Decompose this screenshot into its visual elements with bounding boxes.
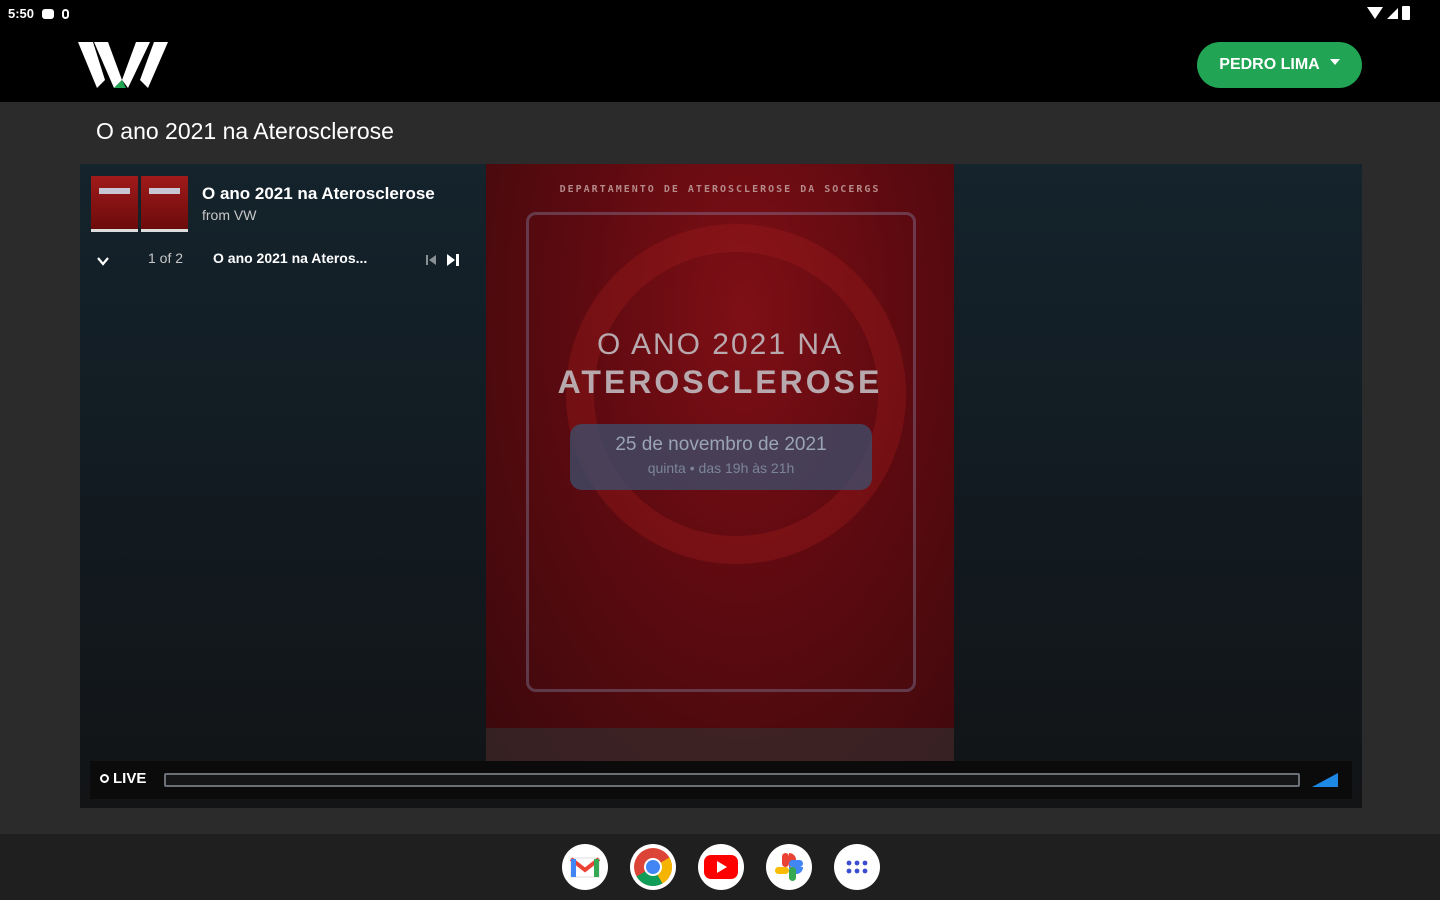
app-dock [0,834,1440,900]
user-menu-label: PEDRO LIMA [1219,56,1320,73]
status-bar: 5:50 [0,0,1440,28]
playlist-thumb-2 [141,176,188,232]
playlist-source[interactable]: from VW [202,207,256,223]
status-bar-left: 5:50 [8,6,70,21]
poster-footer [486,728,954,764]
live-label: LIVE [113,770,147,787]
playlist-current-item: O ano 2021 na Ateros... [213,250,368,266]
poster-date-box: 25 de novembro de 2021 quinta • das 19h … [570,424,872,490]
photos-icon[interactable] [766,844,812,890]
wifi-icon [1367,7,1383,19]
battery-icon [1402,6,1410,20]
notification-icon [62,8,70,19]
playlist-title[interactable]: O ano 2021 na Aterosclerose [202,184,435,204]
app-drawer-icon[interactable] [834,844,880,890]
status-bar-right [1367,6,1410,20]
dock-icons [562,844,880,890]
next-track-icon[interactable] [446,253,460,267]
player-controls: LIVE [90,761,1352,799]
video-poster: DEPARTAMENTO DE ATEROSCLEROSE DA SOCERGS… [486,164,954,764]
app-header: PEDRO LIMA [0,28,1440,102]
seek-bar[interactable] [164,773,1300,787]
clock: 5:50 [8,6,35,21]
volume-icon[interactable] [1310,771,1340,789]
vw-logo[interactable] [78,40,170,90]
playlist-thumbnail[interactable] [91,176,188,232]
poster-department: DEPARTAMENTO DE ATEROSCLEROSE DA SOCERGS [559,184,881,195]
poster-time: quinta • das 19h às 21h [647,460,795,476]
main-content: O ano 2021 na Aterosclerose DEPARTAMENTO… [0,102,1440,834]
message-icon [42,8,55,19]
page-title: O ano 2021 na Aterosclerose [96,118,394,144]
poster-date: 25 de novembro de 2021 [615,434,827,455]
chrome-icon[interactable] [630,844,676,890]
chevron-down-icon[interactable] [96,254,110,268]
cellular-icon [1387,7,1398,19]
poster-title-line2: ATEROSCLEROSE [557,364,883,400]
user-menu-button[interactable]: PEDRO LIMA [1197,42,1362,88]
video-player[interactable]: DEPARTAMENTO DE ATEROSCLEROSE DA SOCERGS… [80,164,1362,808]
live-indicator[interactable]: LIVE [100,770,146,787]
playlist-position: 1 of 2 [148,250,184,266]
previous-track-icon[interactable] [425,254,437,266]
caret-down-icon [1329,59,1340,65]
poster-title-line1: O ANO 2021 NA [596,328,844,361]
youtube-icon[interactable] [698,844,744,890]
live-dot-icon [100,774,109,783]
gmail-icon[interactable] [562,844,608,890]
playlist-thumb-1 [91,176,138,232]
